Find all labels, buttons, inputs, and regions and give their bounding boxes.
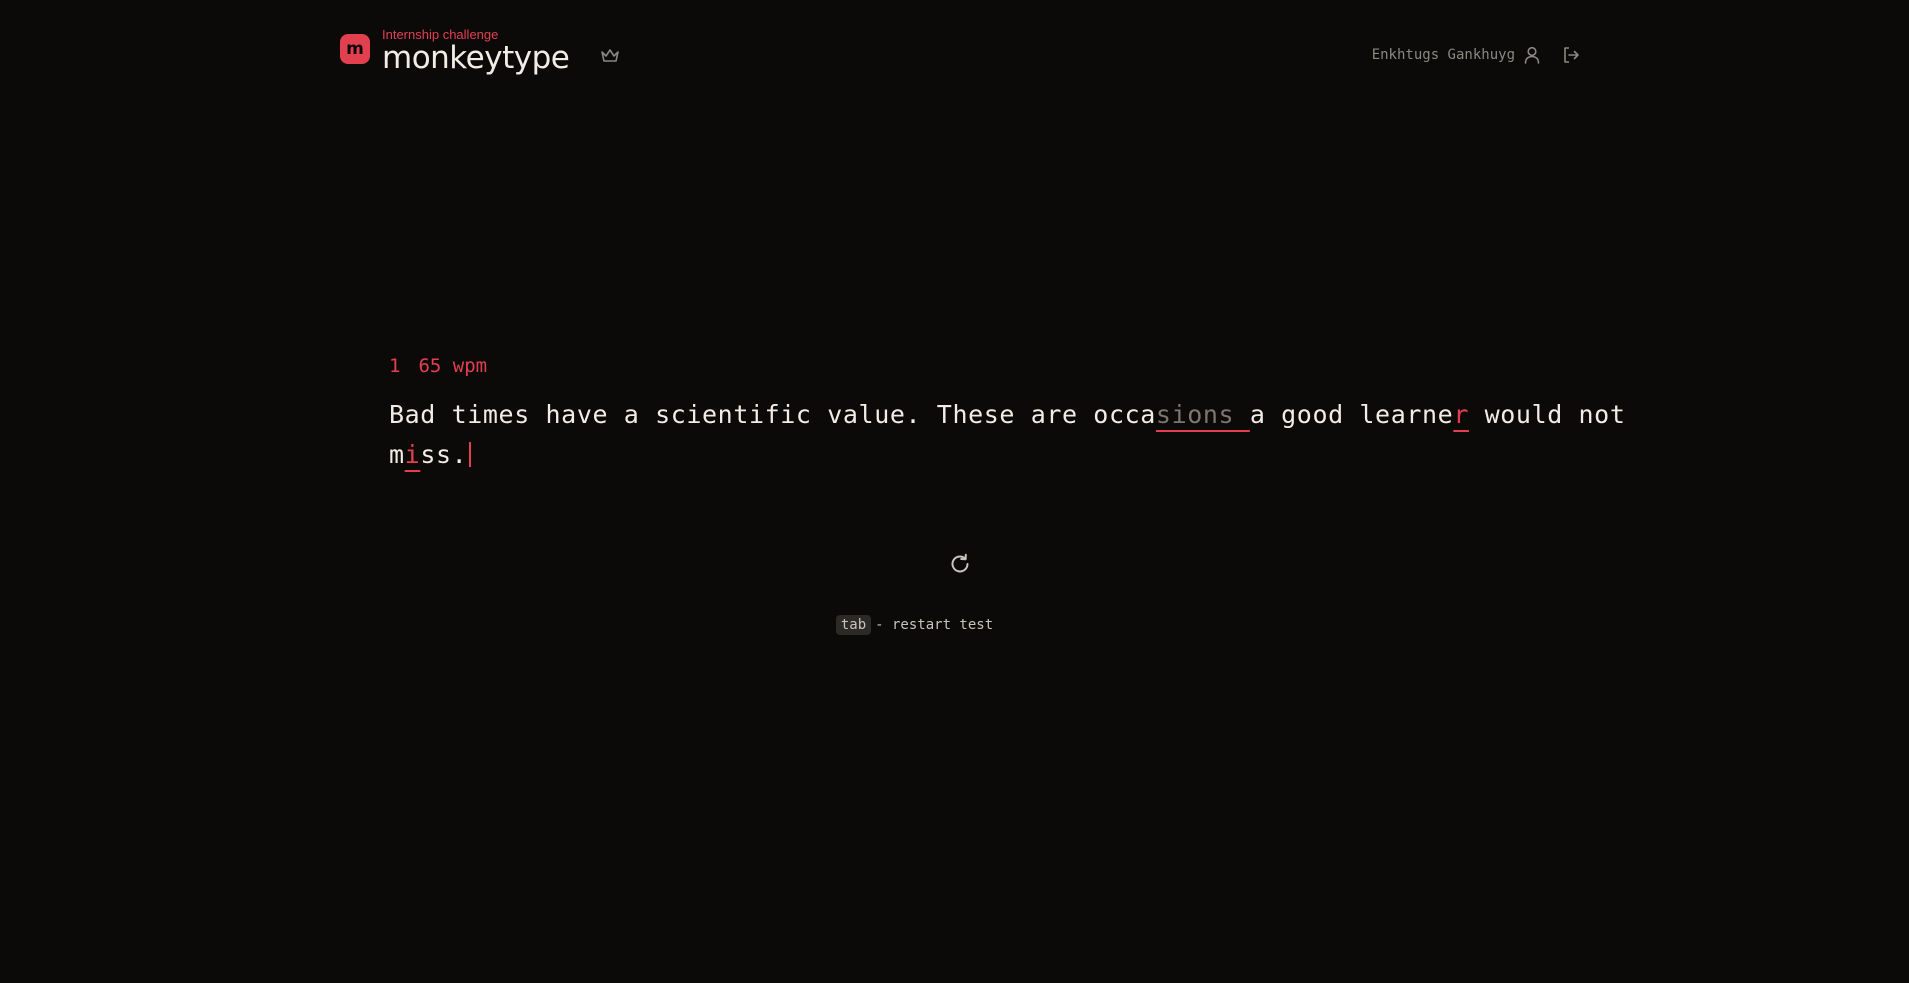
typed-text: a good learne xyxy=(1249,400,1454,429)
top-bar: m Internship challenge monkeytype Enkhtu… xyxy=(340,28,1580,88)
user-name: Enkhtugs Gankhuyg xyxy=(1371,47,1515,63)
word-counter: 1 xyxy=(389,355,401,377)
logout-icon[interactable] xyxy=(1562,46,1580,64)
incorrect-letter: r xyxy=(1453,400,1469,429)
user-menu: Enkhtugs Gankhuyg xyxy=(1372,46,1580,64)
account-button[interactable]: Enkhtugs Gankhuyg xyxy=(1372,46,1540,64)
words-area[interactable]: Bad times have a scientific value. These… xyxy=(389,395,1625,475)
live-wpm: 65 wpm xyxy=(418,355,488,377)
words-line-2: miss. xyxy=(389,435,1549,475)
logo[interactable]: m Internship challenge monkeytype xyxy=(340,28,570,76)
typed-text: m xyxy=(389,440,405,469)
restart-button[interactable] xyxy=(948,552,972,576)
logo-title: monkeytype xyxy=(382,40,570,76)
user-icon xyxy=(1524,46,1540,64)
tab-key: tab xyxy=(835,615,872,635)
live-stats: 1 65 wpm xyxy=(389,355,505,377)
restart-hint: tab - restart test xyxy=(0,615,1869,635)
incorrect-letter: i xyxy=(404,440,421,469)
restart-hint-text: - restart test xyxy=(875,617,994,633)
typed-text: ss. xyxy=(420,440,468,469)
crown-icon[interactable] xyxy=(600,48,620,64)
caret xyxy=(469,442,472,467)
missed-letters: sions xyxy=(1155,400,1250,429)
typed-text: would not xyxy=(1468,400,1626,429)
logo-icon: m xyxy=(340,34,370,64)
words-line-1: Bad times have a scientific value. These… xyxy=(389,395,1625,435)
logo-text: Internship challenge monkeytype xyxy=(382,28,570,76)
typed-text: Bad times have a scientific value. These… xyxy=(389,400,1156,429)
